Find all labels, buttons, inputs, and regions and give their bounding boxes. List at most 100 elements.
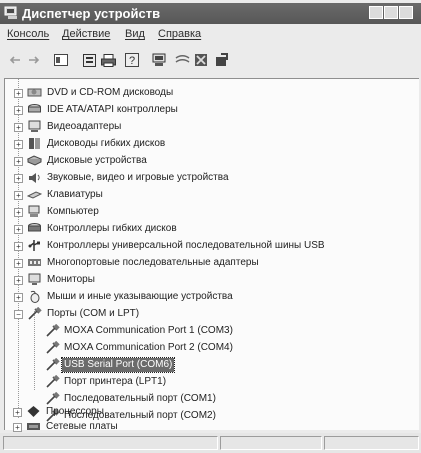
tree-item-keyboard[interactable]: + Клавиатуры bbox=[5, 187, 405, 203]
disable-device-icon[interactable] bbox=[174, 51, 190, 69]
tree-item-label: Процессоры bbox=[46, 406, 104, 417]
expand-icon[interactable]: + bbox=[14, 225, 23, 234]
port-icon bbox=[46, 324, 60, 337]
expand-icon[interactable]: + bbox=[14, 208, 23, 217]
tree-item-label: Многопортовые последовательные адаптеры bbox=[47, 257, 259, 268]
ide-controller-icon bbox=[28, 104, 41, 113]
menu-console[interactable]: Консоль bbox=[7, 28, 49, 40]
update-driver-icon[interactable] bbox=[214, 51, 230, 69]
window-title: Диспетчер устройств bbox=[22, 6, 161, 21]
monitor-icon bbox=[28, 273, 41, 285]
tree-item-label: IDE ATA/ATAPI контроллеры bbox=[47, 104, 178, 115]
tree-child-label: MOXA Communication Port 1 (COM3) bbox=[64, 325, 233, 336]
tree-child-moxa-1[interactable]: MOXA Communication Port 1 (COM3) bbox=[5, 323, 405, 339]
tree-item-dvd[interactable]: + DVD и CD-ROM дисководы bbox=[5, 85, 405, 101]
tree-item-video[interactable]: + Видеоадаптеры bbox=[5, 119, 405, 135]
processor-icon bbox=[27, 406, 40, 417]
sound-icon bbox=[29, 173, 40, 183]
device-manager-icon bbox=[4, 6, 17, 19]
properties-icon[interactable] bbox=[82, 51, 98, 69]
status-pane-main bbox=[3, 436, 218, 450]
svg-text:?: ? bbox=[129, 55, 135, 67]
network-adapter-icon bbox=[27, 423, 40, 430]
toolbar: ? bbox=[0, 48, 421, 74]
tree-item-label: Дисководы гибких дисков bbox=[47, 138, 166, 149]
expand-icon[interactable]: + bbox=[14, 191, 23, 200]
tree-item-processors[interactable]: + Процессоры bbox=[4, 404, 404, 420]
computer-icon bbox=[28, 205, 40, 217]
minimize-button[interactable] bbox=[369, 6, 383, 19]
status-pane-2 bbox=[220, 436, 322, 450]
print-icon[interactable] bbox=[100, 51, 116, 69]
expand-icon[interactable]: + bbox=[14, 242, 23, 251]
tree-item-floppy-controllers[interactable]: + Контроллеры гибких дисков bbox=[5, 221, 405, 237]
expand-icon[interactable]: + bbox=[14, 123, 23, 132]
collapse-icon[interactable]: − bbox=[14, 310, 23, 319]
tree-child-label: MOXA Communication Port 2 (COM4) bbox=[64, 342, 233, 353]
menu-action[interactable]: Действие bbox=[62, 28, 110, 40]
device-tree[interactable]: + DVD и CD-ROM дисководы + IDE ATA/ATAPI… bbox=[4, 78, 419, 430]
keyboard-icon bbox=[27, 191, 42, 199]
tree-item-sound[interactable]: + Звуковые, видео и игровые устройства bbox=[5, 170, 405, 186]
tree-item-label: Компьютер bbox=[47, 206, 99, 217]
tree-item-label: Порты (COM и LPT) bbox=[47, 308, 140, 319]
cdrom-icon bbox=[27, 88, 42, 97]
expand-icon[interactable]: + bbox=[13, 408, 22, 417]
tree-child-label-selected: USB Serial Port (COM6) bbox=[60, 357, 176, 373]
expand-icon[interactable]: + bbox=[14, 293, 23, 302]
title-bar[interactable]: Диспетчер устройств bbox=[0, 3, 421, 24]
tree-item-mice[interactable]: + Мыши и иные указывающие устройства bbox=[5, 289, 405, 305]
device-manager-window: Диспетчер устройств Консоль Действие Вид… bbox=[0, 0, 421, 453]
tree-item-label: Звуковые, видео и игровые устройства bbox=[47, 172, 229, 183]
tree-item-ide[interactable]: + IDE ATA/ATAPI контроллеры bbox=[5, 102, 405, 118]
close-button[interactable] bbox=[399, 6, 413, 19]
usb-controller-icon bbox=[28, 240, 40, 251]
port-icon bbox=[28, 307, 42, 320]
tree-item-label: DVD и CD-ROM дисководы bbox=[47, 87, 174, 98]
uninstall-device-icon[interactable] bbox=[193, 51, 209, 69]
tree-item-label: Мониторы bbox=[47, 274, 95, 285]
tree-item-label: Видеоадаптеры bbox=[47, 121, 122, 132]
menu-bar: Консоль Действие Вид Справка bbox=[0, 26, 421, 44]
maximize-button[interactable] bbox=[384, 6, 398, 19]
tree-item-label: Дисковые устройства bbox=[47, 155, 147, 166]
port-icon bbox=[46, 375, 60, 388]
forward-arrow-icon[interactable] bbox=[27, 51, 41, 69]
tree-item-label: Сетевые платы bbox=[46, 421, 118, 432]
expand-icon[interactable]: + bbox=[14, 157, 23, 166]
back-arrow-icon[interactable] bbox=[8, 51, 22, 69]
tree-child-usb-serial[interactable]: USB Serial Port (COM6) bbox=[5, 357, 405, 373]
scan-hardware-icon[interactable] bbox=[151, 51, 167, 69]
tree-item-disk[interactable]: + Дисковые устройства bbox=[5, 153, 405, 169]
tree-item-multiport[interactable]: + Многопортовые последовательные адаптер… bbox=[5, 255, 405, 271]
tree-item-usb[interactable]: + Контроллеры универсальной последовател… bbox=[5, 238, 405, 254]
tree-item-floppy[interactable]: + Дисководы гибких дисков bbox=[5, 136, 405, 152]
help-icon[interactable]: ? bbox=[124, 51, 140, 69]
tree-item-label: Контроллеры гибких дисков bbox=[47, 223, 177, 234]
multiport-adapter-icon bbox=[28, 259, 41, 266]
tree-item-label: Клавиатуры bbox=[47, 189, 103, 200]
tree-item-label: Контроллеры универсальной последовательн… bbox=[47, 240, 325, 251]
disk-drive-icon bbox=[27, 155, 42, 166]
console-tree-icon[interactable] bbox=[53, 51, 69, 69]
expand-icon[interactable]: + bbox=[14, 106, 23, 115]
tree-item-label: Мыши и иные указывающие устройства bbox=[47, 291, 233, 302]
expand-icon[interactable]: + bbox=[14, 140, 23, 149]
port-icon bbox=[46, 358, 60, 371]
expand-icon[interactable]: + bbox=[13, 423, 22, 432]
expand-icon[interactable]: + bbox=[14, 259, 23, 268]
tree-item-computer[interactable]: + Компьютер bbox=[5, 204, 405, 220]
expand-icon[interactable]: + bbox=[14, 276, 23, 285]
floppy-drive-icon bbox=[29, 138, 40, 149]
expand-icon[interactable]: + bbox=[14, 89, 23, 98]
menu-help[interactable]: Справка bbox=[158, 28, 201, 40]
floppy-controller-icon bbox=[28, 223, 41, 232]
tree-item-monitors[interactable]: + Мониторы bbox=[5, 272, 405, 288]
tree-item-ports[interactable]: − Порты (COM и LPT) bbox=[5, 306, 405, 322]
menu-view[interactable]: Вид bbox=[125, 28, 145, 40]
display-adapter-icon bbox=[28, 120, 41, 132]
tree-child-lpt1[interactable]: Порт принтера (LPT1) bbox=[5, 374, 405, 390]
expand-icon[interactable]: + bbox=[14, 174, 23, 183]
port-icon bbox=[46, 341, 60, 354]
tree-child-moxa-2[interactable]: MOXA Communication Port 2 (COM4) bbox=[5, 340, 405, 356]
